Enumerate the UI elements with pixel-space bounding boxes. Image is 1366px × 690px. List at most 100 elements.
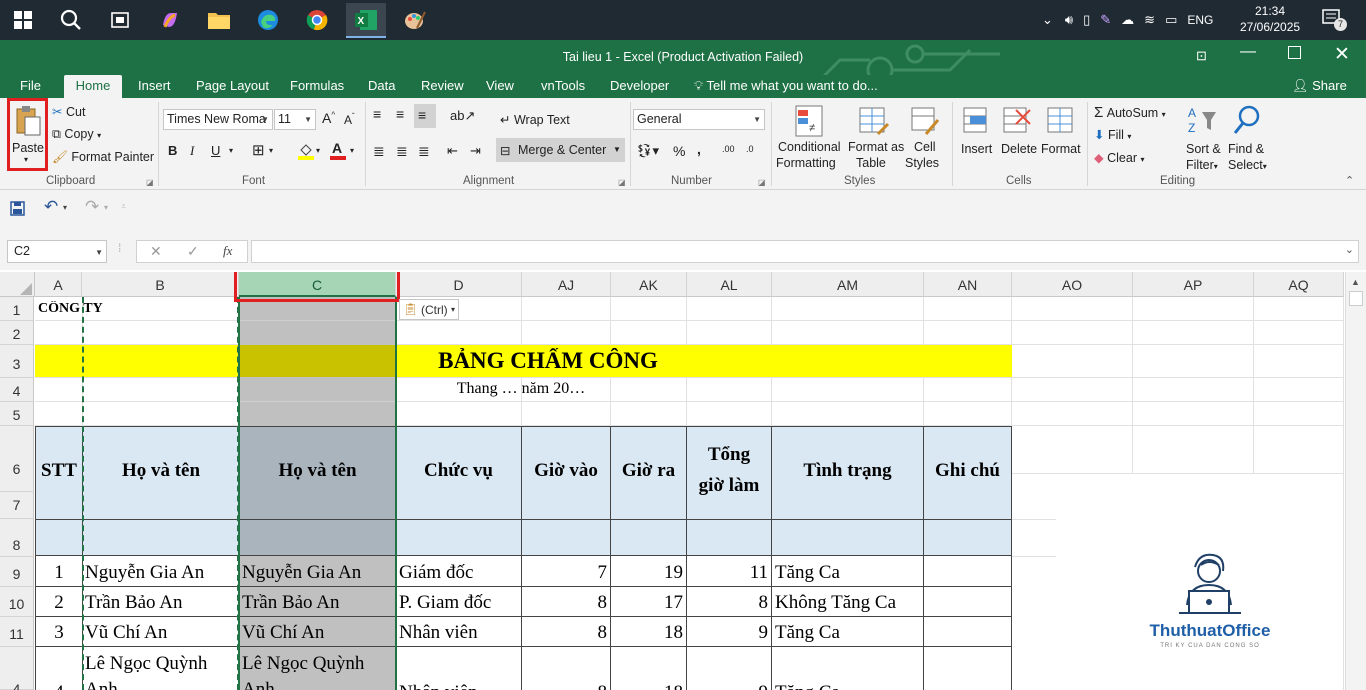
- find-select-button[interactable]: Find & Select▾: [1226, 102, 1270, 174]
- row-header-10[interactable]: 10: [0, 587, 34, 617]
- italic-button[interactable]: I: [190, 143, 194, 159]
- increase-decimal-button[interactable]: .00: [722, 144, 735, 154]
- tab-formulas[interactable]: Formulas: [284, 75, 350, 98]
- header-role[interactable]: Chức vụ: [396, 460, 521, 482]
- align-top-icon[interactable]: ≡: [373, 106, 381, 122]
- select-all-corner[interactable]: [0, 272, 35, 297]
- comma-style-button[interactable]: ,: [697, 141, 701, 157]
- cancel-x-icon[interactable]: ✕: [150, 243, 162, 260]
- underline-button[interactable]: U: [211, 143, 220, 158]
- row2-total[interactable]: 8: [687, 592, 769, 614]
- tab-page-layout[interactable]: Page Layout: [190, 75, 275, 98]
- cell-styles-button[interactable]: Cell Styles: [904, 102, 946, 174]
- row3-role[interactable]: Nhân viên: [399, 622, 521, 644]
- sort-filter-button[interactable]: AZ Sort & Filter▾: [1184, 102, 1222, 174]
- row3-name-b[interactable]: Vũ Chí An: [85, 622, 239, 644]
- row1-name-c[interactable]: Nguyễn Gia An: [242, 562, 395, 584]
- row1-time-in[interactable]: 7: [522, 562, 608, 584]
- row-header-2[interactable]: 2: [0, 321, 34, 345]
- share-button[interactable]: 👤︎ Share: [1286, 75, 1353, 98]
- paste-button[interactable]: Paste ▾: [7, 98, 48, 171]
- column-header-d[interactable]: D: [396, 272, 522, 297]
- scroll-up-icon[interactable]: ▲: [1351, 277, 1360, 287]
- row2-name-c[interactable]: Trần Bảo An: [242, 592, 395, 614]
- align-right-icon[interactable]: ≣: [418, 143, 430, 160]
- row-header-8[interactable]: 8: [0, 519, 34, 557]
- decrease-decimal-button[interactable]: .0: [746, 144, 754, 154]
- redo-icon[interactable]: ↷: [85, 197, 99, 217]
- collapse-ribbon-icon[interactable]: ⌃: [1345, 174, 1354, 187]
- maximize-button[interactable]: [1288, 46, 1301, 59]
- search-icon[interactable]: [56, 5, 86, 35]
- borders-icon[interactable]: ⊞: [252, 141, 265, 159]
- scrollbar-thumb[interactable]: [1349, 291, 1363, 306]
- merge-center-button[interactable]: ⊟ Merge & Center ▼: [496, 138, 625, 162]
- column-header-ak[interactable]: AK: [611, 272, 687, 297]
- row4-role[interactable]: Nhân viên: [399, 682, 521, 690]
- row2-status[interactable]: Không Tăng Ca: [775, 592, 923, 614]
- row2-stt[interactable]: 2: [36, 592, 82, 614]
- column-header-am[interactable]: AM: [772, 272, 924, 297]
- header-total-line2[interactable]: giờ làm: [687, 475, 771, 497]
- tab-view[interactable]: View: [480, 75, 520, 98]
- column-header-an[interactable]: AN: [924, 272, 1012, 297]
- fill-dropdown-icon[interactable]: ▾: [316, 146, 320, 155]
- row-header-1[interactable]: 1: [0, 297, 34, 321]
- expand-formula-bar-icon[interactable]: ⌄: [1345, 243, 1354, 256]
- speaker-icon[interactable]: 🔊︎: [1065, 12, 1073, 28]
- format-cells-button[interactable]: Format: [1040, 102, 1084, 174]
- row-header-6[interactable]: 6: [0, 426, 34, 492]
- file-explorer-icon[interactable]: [204, 5, 234, 35]
- cloud-icon[interactable]: ☁: [1121, 12, 1134, 28]
- font-name-combo[interactable]: Times New Roma ▼: [163, 109, 273, 130]
- row3-stt[interactable]: 3: [36, 622, 82, 644]
- column-header-ao[interactable]: AO: [1012, 272, 1133, 297]
- phone-link-icon[interactable]: ▯: [1083, 12, 1090, 28]
- row4-stt[interactable]: 4: [36, 682, 82, 690]
- align-bottom-button[interactable]: ≡: [414, 104, 436, 128]
- fill-button[interactable]: ⬇ Fill ▾: [1094, 127, 1131, 142]
- row1-name-b[interactable]: Nguyễn Gia An: [85, 562, 239, 584]
- row-header-12[interactable]: 4: [0, 647, 34, 690]
- minimize-button[interactable]: —: [1240, 43, 1256, 61]
- column-header-b[interactable]: B: [82, 272, 239, 297]
- conditional-formatting-button[interactable]: ≠ Conditional Formatting: [776, 102, 844, 174]
- underline-dropdown-icon[interactable]: ▾: [229, 146, 233, 155]
- redo-dropdown-icon[interactable]: ▾: [104, 203, 108, 212]
- row4-total[interactable]: 9: [687, 682, 769, 690]
- header-time-in[interactable]: Giờ vào: [522, 460, 610, 482]
- header-note[interactable]: Ghi chú: [924, 460, 1011, 482]
- dialog-launcher-icon[interactable]: ◪: [758, 178, 766, 187]
- cut-button[interactable]: ✂ Cut: [52, 104, 85, 119]
- column-header-al[interactable]: AL: [687, 272, 772, 297]
- row2-name-b[interactable]: Trần Bảo An: [85, 592, 239, 614]
- font-color-dropdown-icon[interactable]: ▾: [350, 146, 354, 155]
- row4-status[interactable]: Tăng Ca: [775, 682, 923, 690]
- edge-browser-icon[interactable]: [253, 5, 283, 35]
- borders-dropdown-icon[interactable]: ▾: [269, 146, 273, 155]
- tab-developer[interactable]: Developer: [604, 75, 675, 98]
- dialog-launcher-icon[interactable]: ◪: [618, 178, 626, 187]
- row2-time-in[interactable]: 8: [522, 592, 608, 614]
- tab-vntools[interactable]: vnTools: [535, 75, 591, 98]
- close-button[interactable]: ✕: [1334, 43, 1350, 66]
- column-header-aq[interactable]: AQ: [1254, 272, 1344, 297]
- chevron-up-icon[interactable]: ⌄: [1042, 12, 1053, 28]
- excel-app-icon[interactable]: X: [346, 3, 386, 38]
- row4-time-in[interactable]: 8: [522, 682, 608, 690]
- insert-function-button[interactable]: fx: [223, 243, 232, 259]
- formula-input[interactable]: ⌄: [251, 240, 1359, 263]
- delete-cells-button[interactable]: Delete: [998, 102, 1038, 174]
- bold-button[interactable]: B: [168, 143, 177, 158]
- tab-review[interactable]: Review: [415, 75, 470, 98]
- task-view-icon[interactable]: [105, 5, 135, 35]
- row-header-4[interactable]: 4: [0, 378, 34, 402]
- battery-icon[interactable]: ▭: [1165, 12, 1177, 28]
- align-middle-icon[interactable]: ≡: [396, 106, 404, 122]
- row-header-5[interactable]: 5: [0, 402, 34, 426]
- row3-time-out[interactable]: 18: [611, 622, 683, 644]
- tab-file[interactable]: File: [14, 75, 47, 98]
- row1-role[interactable]: Giám đốc: [399, 562, 521, 584]
- copilot-icon[interactable]: [155, 5, 185, 35]
- row3-status[interactable]: Tăng Ca: [775, 622, 923, 644]
